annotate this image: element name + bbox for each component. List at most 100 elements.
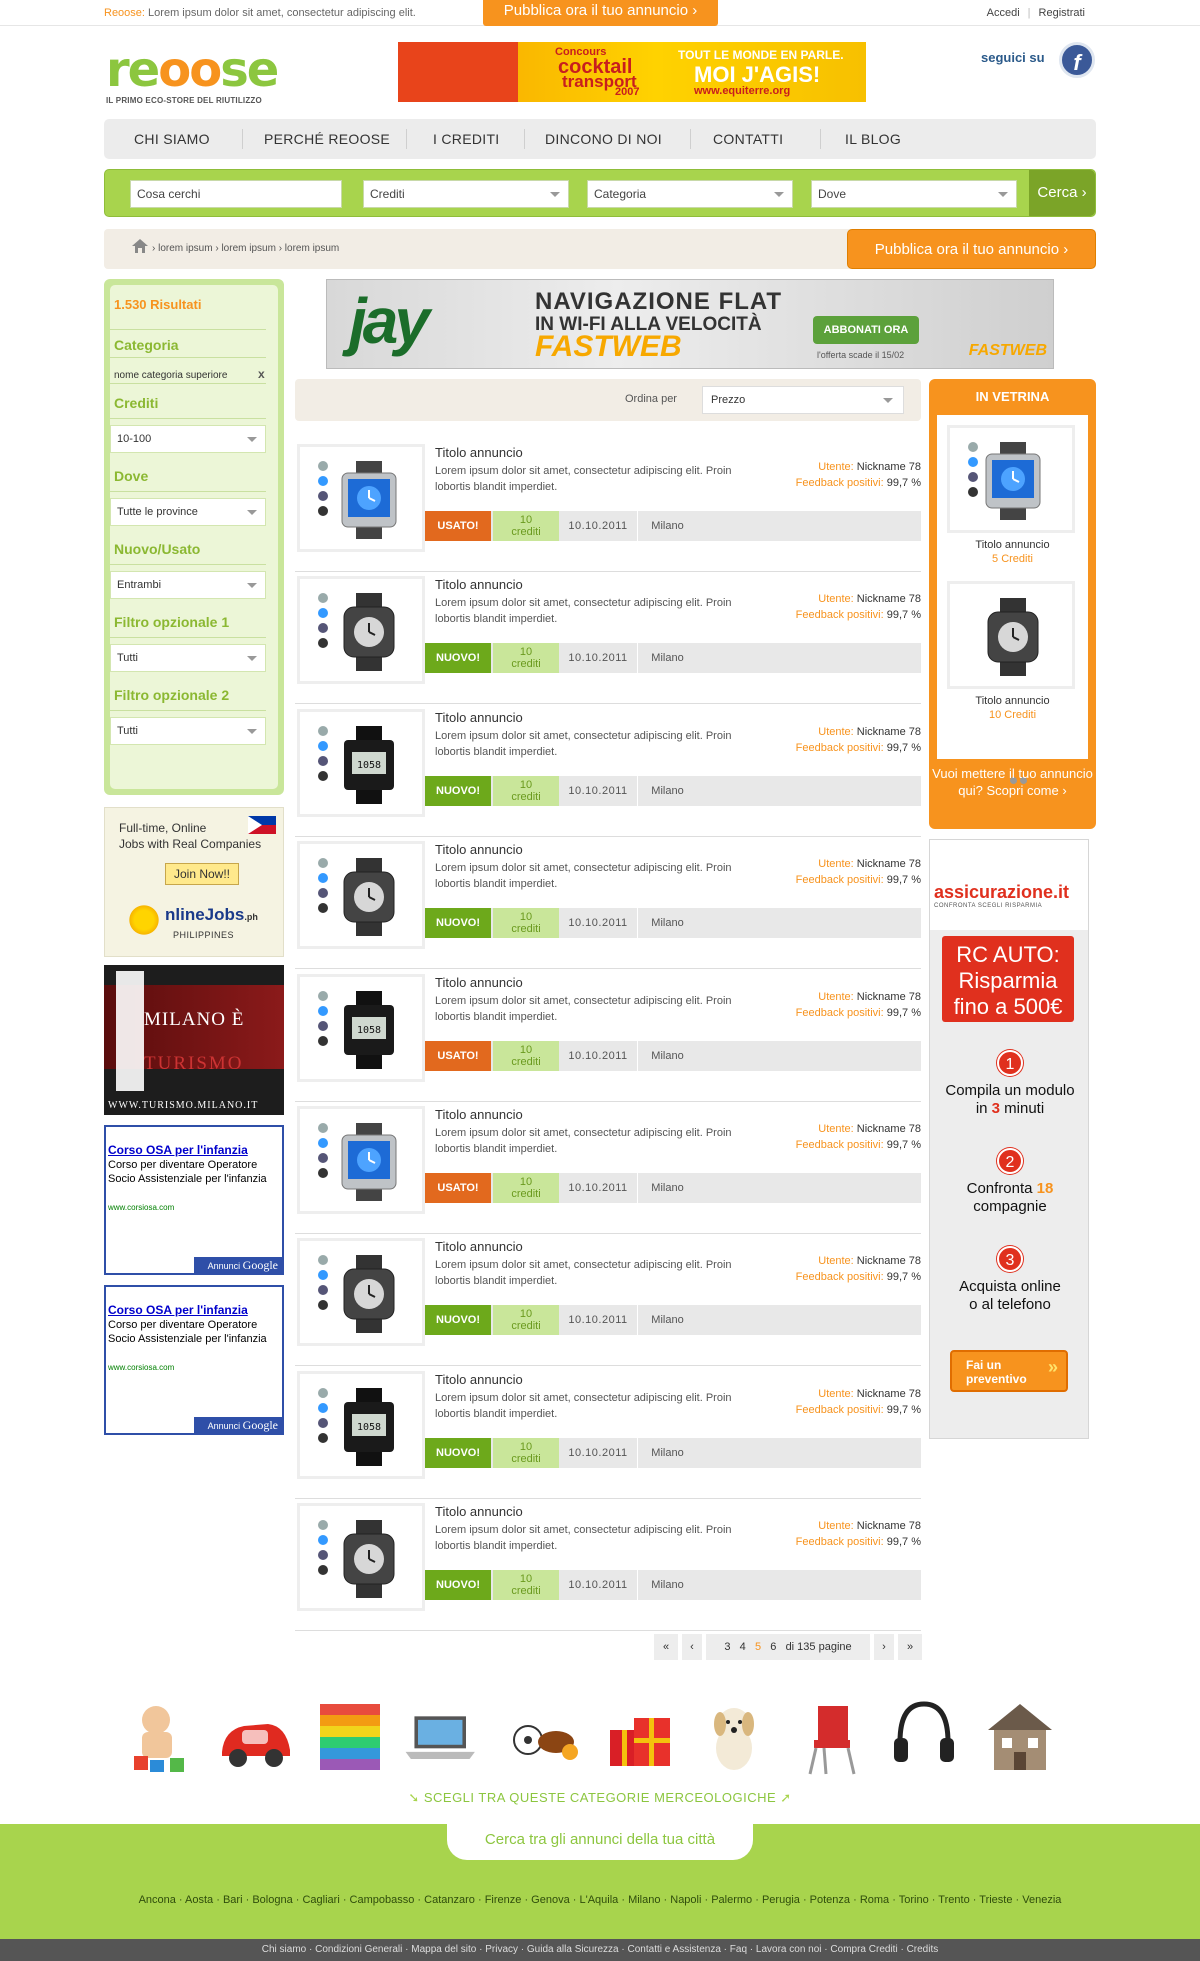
nav-dicono-di-noi[interactable]: DINCONO DI NOI xyxy=(545,131,662,147)
laptop-icon[interactable] xyxy=(402,1690,482,1780)
headphones-icon[interactable] xyxy=(884,1690,964,1780)
subscribe-now-button[interactable]: ABBONATI ORA xyxy=(813,316,919,344)
city-link[interactable]: Cagliari xyxy=(302,1894,339,1906)
listing-item[interactable]: Titolo annuncio Lorem ipsum dolor sit ame… xyxy=(295,838,921,969)
city-link[interactable]: Aosta xyxy=(185,1894,213,1906)
house-icon[interactable] xyxy=(980,1690,1060,1780)
listing-title[interactable]: Titolo annuncio xyxy=(435,1107,523,1122)
footer-link[interactable]: Condizioni Generali xyxy=(315,1944,402,1955)
city-link[interactable]: Potenza xyxy=(810,1894,850,1906)
sort-select[interactable]: Prezzo xyxy=(702,386,904,414)
google-text-ad[interactable]: Corso OSA per l'infanzia Corso per diven… xyxy=(104,1285,284,1435)
baby-toys-icon[interactable] xyxy=(120,1690,200,1780)
city-link[interactable]: Campobasso xyxy=(350,1894,415,1906)
footer-link[interactable]: Compra Crediti xyxy=(830,1944,897,1955)
prev-page-button[interactable]: ‹ xyxy=(682,1634,702,1660)
city-link[interactable]: Roma xyxy=(860,1894,889,1906)
filter-credits-select[interactable]: 10-100 xyxy=(110,425,266,453)
next-page-button[interactable]: › xyxy=(874,1634,894,1660)
nav-i-crediti[interactable]: I CREDITI xyxy=(433,131,499,147)
showcase-cta-link[interactable]: Vuoi mettere il tuo annuncio qui? Scopri… xyxy=(929,765,1096,799)
page-link[interactable]: 6 xyxy=(770,1641,776,1653)
publish-ad-top-button[interactable]: Pubblica ora il tuo annuncio › xyxy=(483,0,718,26)
category-select[interactable]: Categoria xyxy=(587,180,793,208)
city-link[interactable]: L'Aquila xyxy=(579,1894,618,1906)
showcase-item-image[interactable] xyxy=(947,581,1075,689)
showcase-item-title[interactable]: Titolo annuncio xyxy=(937,695,1088,707)
listing-thumbnail[interactable] xyxy=(297,1503,425,1611)
listing-item[interactable]: Titolo annuncio Lorem ipsum dolor sit ame… xyxy=(295,1500,921,1631)
city-link[interactable]: Genova xyxy=(531,1894,570,1906)
showcase-item-title[interactable]: Titolo annuncio xyxy=(937,539,1088,551)
footer-link[interactable]: Credits xyxy=(907,1944,939,1955)
footer-link[interactable]: Mappa del sito xyxy=(411,1944,476,1955)
listing-thumbnail[interactable]: 1058 xyxy=(297,974,425,1082)
listing-title[interactable]: Titolo annuncio xyxy=(435,445,523,460)
listing-item[interactable]: Titolo annuncio Lorem ipsum dolor sit ame… xyxy=(295,1103,921,1234)
city-link[interactable]: Bologna xyxy=(252,1894,292,1906)
listing-title[interactable]: Titolo annuncio xyxy=(435,975,523,990)
page-link[interactable]: 3 xyxy=(724,1641,730,1653)
listing-thumbnail[interactable]: 1058 xyxy=(297,1371,425,1479)
listing-thumbnail[interactable]: 1058 xyxy=(297,709,425,817)
listing-item[interactable]: Titolo annuncio Lorem ipsum dolor sit ame… xyxy=(295,573,921,704)
filter-optional-1-select[interactable]: Tutti xyxy=(110,644,266,672)
city-link[interactable]: Milano xyxy=(628,1894,660,1906)
nav-perche-reoose[interactable]: PERCHÉ REOOSE xyxy=(264,131,390,147)
footer-link[interactable]: Lavora con noi xyxy=(756,1944,822,1955)
site-logo[interactable]: reoose IL PRIMO ECO-STORE DEL RIUTILIZZO xyxy=(106,46,279,105)
last-page-button[interactable]: » xyxy=(898,1634,922,1660)
search-input[interactable]: Cosa cerchi xyxy=(130,180,342,208)
facebook-icon[interactable]: f xyxy=(1059,42,1095,78)
listing-title[interactable]: Titolo annuncio xyxy=(435,1239,523,1254)
chair-icon[interactable] xyxy=(790,1690,870,1780)
filter-where-select[interactable]: Tutte le province xyxy=(110,498,266,526)
listing-thumbnail[interactable] xyxy=(297,1106,425,1214)
city-link[interactable]: Trieste xyxy=(979,1894,1012,1906)
listing-title[interactable]: Titolo annuncio xyxy=(435,577,523,592)
join-now-button[interactable]: Join Now!! xyxy=(165,863,239,885)
city-link[interactable]: Perugia xyxy=(762,1894,800,1906)
nav-contatti[interactable]: CONTATTI xyxy=(713,131,783,147)
remove-category-icon[interactable]: x xyxy=(258,367,265,381)
sport-balls-icon[interactable] xyxy=(504,1690,584,1780)
first-page-button[interactable]: « xyxy=(654,1634,678,1660)
city-link[interactable]: Torino xyxy=(899,1894,929,1906)
clothes-icon[interactable] xyxy=(312,1690,392,1780)
listing-item[interactable]: Titolo annuncio Lorem ipsum dolor sit ame… xyxy=(295,441,921,572)
credits-select[interactable]: Crediti xyxy=(363,180,569,208)
city-link[interactable]: Venezia xyxy=(1022,1894,1061,1906)
city-link[interactable]: Palermo xyxy=(711,1894,752,1906)
filter-condition-select[interactable]: Entrambi xyxy=(110,571,266,599)
login-link[interactable]: Accedi xyxy=(987,7,1020,19)
listing-title[interactable]: Titolo annuncio xyxy=(435,842,523,857)
footer-link[interactable]: Guida alla Sicurezza xyxy=(527,1944,619,1955)
search-button[interactable]: Cerca › xyxy=(1029,170,1095,216)
publish-ad-button[interactable]: Pubblica ora il tuo annuncio › xyxy=(847,229,1096,269)
listing-item[interactable]: Titolo annuncio Lorem ipsum dolor sit ame… xyxy=(295,1235,921,1366)
city-link[interactable]: Firenze xyxy=(485,1894,522,1906)
nav-il-blog[interactable]: IL BLOG xyxy=(845,131,901,147)
listing-title[interactable]: Titolo annuncio xyxy=(435,1504,523,1519)
listing-item[interactable]: 1058 Titolo annuncio Lorem ipsum dolor sit… xyxy=(295,706,921,837)
google-text-ad[interactable]: Corso OSA per l'infanzia Corso per diven… xyxy=(104,1125,284,1275)
assicurazione-ad[interactable]: assicurazione.it CONFRONTA SCEGLI RISPARM… xyxy=(929,839,1089,1439)
listing-thumbnail[interactable] xyxy=(297,1238,425,1346)
onlinejobs-ad[interactable]: Full-time, Online Jobs with Real Companie… xyxy=(104,807,284,957)
city-link[interactable]: Catanzaro xyxy=(424,1894,475,1906)
listing-thumbnail[interactable] xyxy=(297,444,425,552)
register-link[interactable]: Registrati xyxy=(1039,7,1085,19)
showcase-item-image[interactable] xyxy=(947,425,1075,533)
city-link[interactable]: Trento xyxy=(938,1894,969,1906)
city-link[interactable]: Ancona xyxy=(139,1894,176,1906)
listing-item[interactable]: 1058 Titolo annuncio Lorem ipsum dolor sit… xyxy=(295,971,921,1102)
listing-thumbnail[interactable] xyxy=(297,576,425,684)
page-link[interactable]: 4 xyxy=(740,1641,746,1653)
listing-title[interactable]: Titolo annuncio xyxy=(435,1372,523,1387)
city-link[interactable]: Napoli xyxy=(670,1894,701,1906)
footer-link[interactable]: Chi siamo xyxy=(262,1944,306,1955)
milano-turismo-ad[interactable]: MILANO È TURISMO WWW.TURISMO.MILANO.IT xyxy=(104,965,284,1115)
puppy-icon[interactable] xyxy=(694,1690,774,1780)
top-banner-ad[interactable]: Concours cocktail transport 2007 TOUT LE… xyxy=(398,42,866,102)
footer-link[interactable]: Privacy xyxy=(485,1944,518,1955)
